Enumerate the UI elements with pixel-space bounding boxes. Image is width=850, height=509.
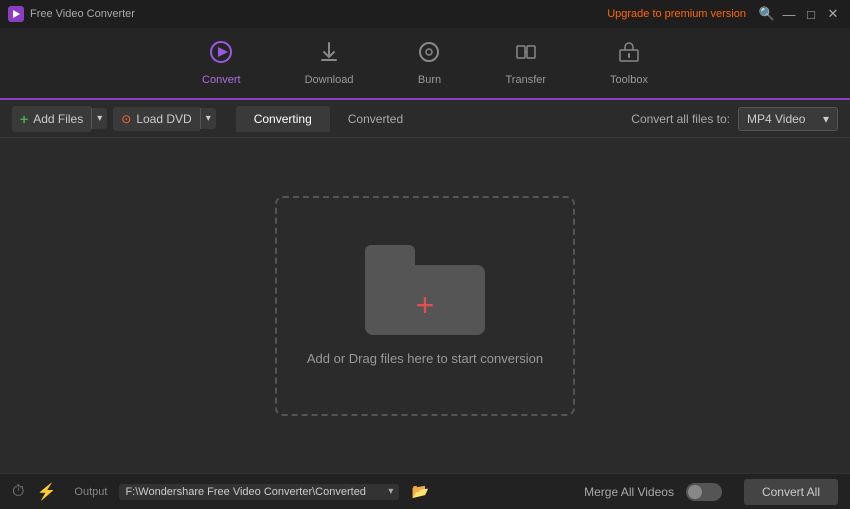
nav-toolbox-label: Toolbox xyxy=(610,74,648,86)
convert-icon xyxy=(209,40,233,70)
open-folder-icon[interactable]: 📂 xyxy=(411,483,428,500)
format-selector: Convert all files to: MP4 Video ▾ xyxy=(631,107,838,131)
maximize-button[interactable]: □ xyxy=(802,5,820,23)
drop-zone-text: Add or Drag files here to start conversi… xyxy=(307,351,543,366)
app-title: Free Video Converter xyxy=(30,8,135,20)
output-path-wrapper: F:\Wondershare Free Video Converter\Conv… xyxy=(119,484,399,500)
format-label: Convert all files to: xyxy=(631,112,730,126)
nav-convert-label: Convert xyxy=(202,74,241,86)
add-files-group: + Add Files ▾ xyxy=(12,106,107,132)
title-bar-left: Free Video Converter xyxy=(8,6,135,22)
nav-download[interactable]: Download xyxy=(293,32,366,94)
drop-zone[interactable]: + Add or Drag files here to start conver… xyxy=(275,196,575,416)
converting-tab[interactable]: Converting xyxy=(236,106,330,132)
nav-transfer[interactable]: Transfer xyxy=(493,32,558,94)
tab-bar: Converting Converted xyxy=(236,106,421,132)
load-dvd-group: ⊙ Load DVD ▾ xyxy=(113,107,215,131)
nav-download-label: Download xyxy=(305,74,354,86)
add-files-label: Add Files xyxy=(33,112,83,126)
load-dvd-button[interactable]: ⊙ Load DVD xyxy=(113,107,199,131)
download-icon xyxy=(317,40,341,70)
app-icon xyxy=(8,6,24,22)
load-dvd-label: Load DVD xyxy=(136,112,191,126)
lightning-icon[interactable]: ⚡ xyxy=(36,482,56,502)
status-bar: ⏱ ⚡ Output F:\Wondershare Free Video Con… xyxy=(0,473,850,509)
clock-icon[interactable]: ⏱ xyxy=(12,483,24,501)
title-bar: Free Video Converter Upgrade to premium … xyxy=(0,0,850,28)
search-button[interactable]: 🔍 xyxy=(758,5,776,23)
output-dropdown-arrow[interactable]: ▾ xyxy=(388,486,393,497)
nav-transfer-label: Transfer xyxy=(505,74,546,86)
convert-all-button[interactable]: Convert All xyxy=(744,479,838,505)
folder-icon: + xyxy=(365,245,485,335)
title-bar-right: Upgrade to premium version 🔍 — □ ✕ xyxy=(607,5,842,23)
transfer-icon xyxy=(514,40,538,70)
burn-icon xyxy=(417,40,441,70)
close-button[interactable]: ✕ xyxy=(824,5,842,23)
add-files-dropdown[interactable]: ▾ xyxy=(91,108,107,129)
nav-toolbox[interactable]: Toolbox xyxy=(598,32,660,94)
output-path: F:\Wondershare Free Video Converter\Conv… xyxy=(125,486,382,498)
minimize-button[interactable]: — xyxy=(780,5,798,23)
add-files-button[interactable]: + Add Files xyxy=(12,106,91,132)
format-dropdown[interactable]: MP4 Video ▾ xyxy=(738,107,838,131)
merge-toggle[interactable] xyxy=(686,483,722,501)
output-label: Output xyxy=(74,486,107,498)
folder-tab xyxy=(365,245,415,267)
toolbar: + Add Files ▾ ⊙ Load DVD ▾ Converting Co… xyxy=(0,100,850,138)
format-value: MP4 Video xyxy=(747,112,805,126)
merge-label: Merge All Videos xyxy=(584,485,674,499)
nav-convert[interactable]: Convert xyxy=(190,32,253,94)
converted-tab[interactable]: Converted xyxy=(330,106,421,132)
dvd-icon: ⊙ xyxy=(121,112,131,126)
nav-burn[interactable]: Burn xyxy=(405,32,453,94)
folder-body: + xyxy=(365,265,485,335)
nav-bar: Convert Download Burn Transfer xyxy=(0,28,850,100)
plus-icon: + xyxy=(20,111,28,127)
main-content: + Add or Drag files here to start conver… xyxy=(0,138,850,473)
toolbox-icon xyxy=(617,40,641,70)
load-dvd-dropdown[interactable]: ▾ xyxy=(200,108,216,129)
folder-plus-icon: + xyxy=(416,289,435,321)
format-dropdown-arrow: ▾ xyxy=(823,112,829,126)
nav-burn-label: Burn xyxy=(418,74,441,86)
upgrade-link[interactable]: Upgrade to premium version xyxy=(607,8,746,20)
